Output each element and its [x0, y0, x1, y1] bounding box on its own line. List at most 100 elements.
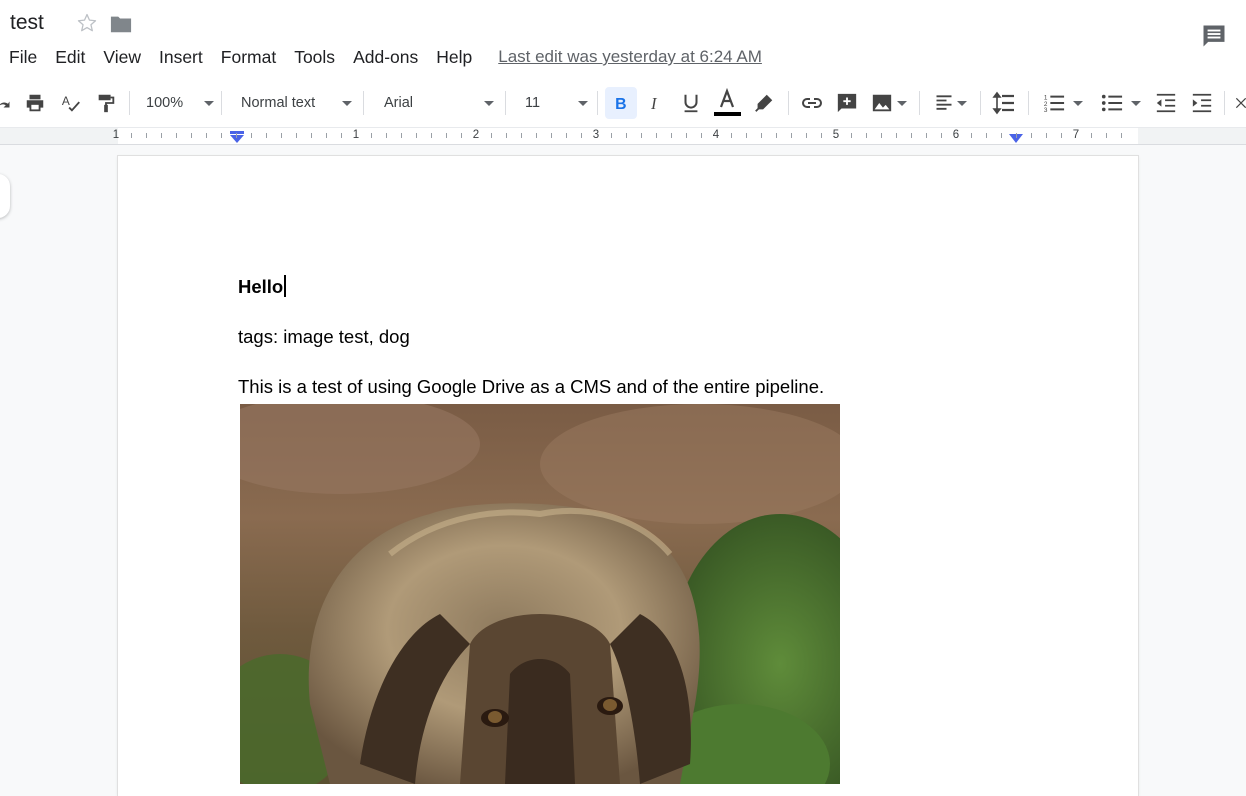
tags-line[interactable]: tags: image test, dog	[238, 326, 410, 348]
ruler-tick	[686, 133, 687, 138]
link-button[interactable]	[798, 78, 826, 127]
clear-formatting-button[interactable]	[1234, 78, 1246, 127]
redo-button[interactable]	[0, 78, 16, 127]
document-title[interactable]: test	[10, 11, 44, 35]
insert-comment-button[interactable]	[834, 78, 860, 127]
toolbar-divider	[129, 91, 130, 115]
ruler-tick	[161, 133, 162, 138]
menu-tools[interactable]: Tools	[285, 47, 344, 68]
ruler-tick	[1046, 133, 1047, 138]
underline-button[interactable]	[678, 78, 704, 127]
toolbar-divider	[919, 91, 920, 115]
comment-icon[interactable]	[1200, 22, 1228, 50]
ruler-tick	[656, 133, 657, 138]
ruler-tick	[1121, 133, 1122, 138]
clear-formatting-icon	[1235, 97, 1246, 109]
ruler-tick	[176, 133, 177, 138]
body-line[interactable]: This is a test of using Google Drive as …	[238, 376, 824, 398]
paint-format-icon	[98, 94, 115, 113]
outline-toggle[interactable]	[0, 174, 10, 218]
numbered-list-button[interactable]: 123	[1038, 78, 1088, 127]
insert-image-button[interactable]	[868, 78, 910, 127]
chevron-down-icon	[578, 100, 588, 106]
insert-image-icon	[872, 94, 892, 112]
increase-indent-button[interactable]	[1189, 78, 1215, 127]
toolbar-divider	[1028, 91, 1029, 115]
ruler[interactable]: 1 1 2 3 4 5 6 7	[0, 128, 1246, 145]
font-select[interactable]: Arial	[374, 78, 494, 127]
toolbar-divider	[221, 91, 222, 115]
ruler-tick	[266, 133, 267, 138]
bulleted-list-button[interactable]	[1096, 78, 1146, 127]
ruler-number: 6	[952, 129, 960, 141]
ruler-tick	[131, 133, 132, 138]
dog-photo[interactable]	[240, 404, 840, 784]
menu-insert[interactable]: Insert	[150, 47, 212, 68]
ruler-tick	[881, 133, 882, 138]
underline-icon	[684, 94, 698, 113]
svg-text:I: I	[650, 94, 658, 113]
insert-comment-icon	[837, 93, 857, 113]
menu-file[interactable]: File	[0, 47, 46, 68]
decrease-indent-button[interactable]	[1153, 78, 1179, 127]
ruler-tick	[506, 133, 507, 138]
ruler-tick	[326, 133, 327, 138]
ruler-tick	[416, 133, 417, 138]
toolbar-divider	[505, 91, 506, 115]
ruler-tick	[911, 133, 912, 138]
chevron-down-icon	[956, 100, 967, 106]
ruler-number: 1	[112, 129, 120, 141]
print-icon	[26, 94, 44, 112]
bulleted-list-icon	[1101, 94, 1123, 112]
menu-add-ons[interactable]: Add-ons	[344, 47, 427, 68]
line-spacing-icon	[992, 91, 1014, 115]
italic-icon: I	[650, 94, 658, 113]
align-icon	[936, 95, 951, 110]
star-icon[interactable]	[76, 12, 98, 34]
menu-format[interactable]: Format	[212, 47, 285, 68]
last-edit-link[interactable]: Last edit was yesterday at 6:24 AM	[498, 47, 762, 67]
svg-text:B: B	[615, 96, 626, 113]
ruler-tick	[821, 133, 822, 138]
highlight-icon	[755, 94, 773, 112]
menu-edit[interactable]: Edit	[46, 47, 94, 68]
chevron-down-icon	[1073, 100, 1083, 106]
style-select[interactable]: Normal text	[232, 78, 352, 127]
menu-view[interactable]: View	[94, 47, 150, 68]
ruler-tick	[251, 133, 252, 138]
paint-format-button[interactable]	[93, 78, 119, 127]
italic-button[interactable]: I	[643, 78, 669, 127]
ruler-tick	[806, 133, 807, 138]
left-indent-marker[interactable]	[229, 131, 245, 143]
ruler-tick	[341, 133, 342, 138]
ruler-number: 1	[352, 129, 360, 141]
ruler-number: 2	[472, 129, 480, 141]
line-spacing-button[interactable]	[990, 78, 1018, 127]
folder-icon[interactable]	[110, 14, 132, 34]
print-button[interactable]	[22, 78, 48, 127]
font-size-select[interactable]: 11	[516, 78, 588, 127]
ruler-tick	[581, 133, 582, 138]
zoom-value: 100%	[146, 95, 184, 111]
heading-text: Hello	[238, 276, 284, 297]
menu-help[interactable]: Help	[427, 47, 481, 68]
highlight-button[interactable]	[751, 78, 777, 127]
spellcheck-button[interactable]: A	[58, 78, 84, 127]
ruler-tick	[641, 133, 642, 138]
ruler-tick	[896, 133, 897, 138]
ruler-tick	[1106, 133, 1107, 138]
document-page[interactable]: Hello tags: image test, dog This is a te…	[118, 156, 1138, 796]
ruler-tick	[566, 133, 567, 138]
ruler-tick	[701, 133, 702, 138]
ruler-tick	[521, 133, 522, 138]
ruler-tick	[536, 133, 537, 138]
ruler-tick	[311, 133, 312, 138]
ruler-tick	[671, 133, 672, 138]
numbered-list-icon: 123	[1044, 94, 1065, 114]
bold-icon: B	[615, 96, 626, 113]
bold-button[interactable]: B	[605, 87, 637, 119]
heading-line[interactable]: Hello	[238, 275, 287, 298]
zoom-select[interactable]: 100%	[138, 78, 214, 127]
align-button[interactable]	[930, 78, 970, 127]
text-color-button[interactable]	[712, 78, 742, 127]
